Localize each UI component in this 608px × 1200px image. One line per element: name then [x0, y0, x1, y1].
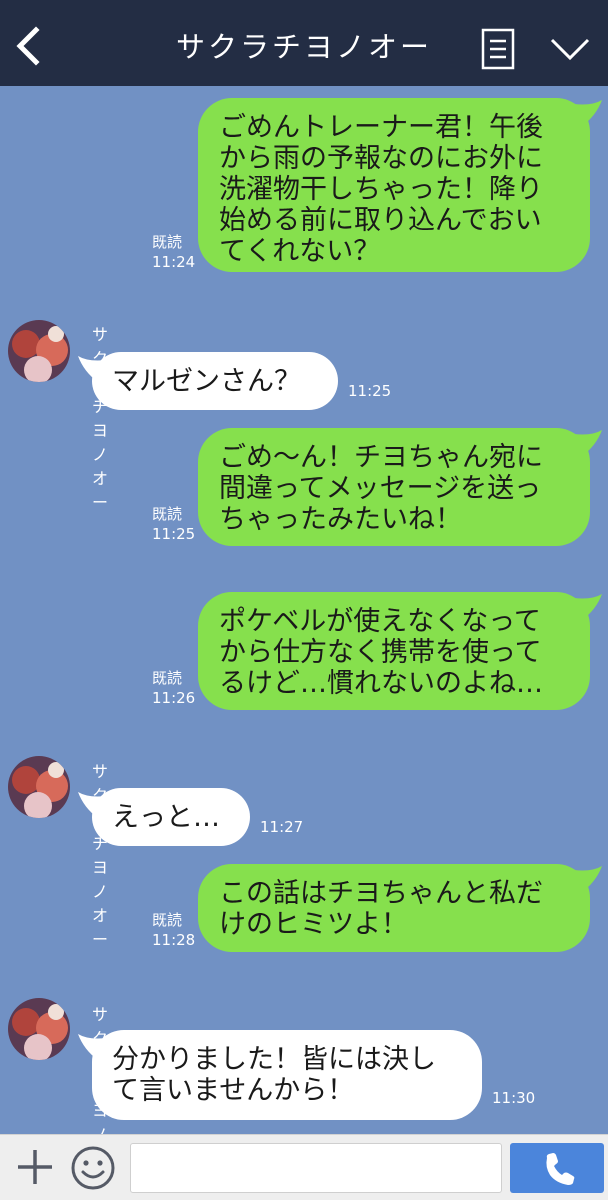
message-line: るけど…慣れないのよね…	[219, 668, 543, 699]
message-line: ちゃったみたいね！	[219, 504, 462, 535]
message-meta: 既読 11:28	[152, 910, 195, 950]
avatar-image	[8, 998, 70, 1060]
avatar[interactable]	[8, 998, 70, 1060]
notes-icon	[481, 28, 515, 70]
message-line: ポケベルが使えなくなって	[219, 606, 541, 637]
timestamp: 11:25	[348, 382, 392, 400]
message-line: えっと…	[112, 802, 220, 833]
message-line: ごめんトレーナー君！午後	[219, 112, 543, 143]
plus-icon	[18, 1150, 52, 1184]
message-bubble[interactable]: ごめ〜ん！チヨちゃん宛に 間違ってメッセージを送っ ちゃったみたいね！	[198, 428, 590, 546]
chat-area[interactable]: ごめんトレーナー君！午後 から雨の予報なのにお外に 洗濯物干しちゃった！降り 始…	[0, 86, 608, 1192]
avatar[interactable]	[8, 756, 70, 818]
timestamp: 11:25	[152, 525, 196, 543]
menu-button[interactable]	[480, 28, 516, 70]
read-receipt: 既読	[152, 233, 183, 251]
message-bubble[interactable]: ごめんトレーナー君！午後 から雨の予報なのにお外に 洗濯物干しちゃった！降り 始…	[198, 98, 590, 272]
message-bubble[interactable]: マルゼンさん？	[92, 352, 338, 410]
timestamp: 11:28	[152, 931, 196, 949]
message-bubble[interactable]: 分かりました！皆には決し て言いませんから！	[92, 1030, 482, 1120]
bubble-tail	[574, 594, 602, 620]
smiley-icon	[71, 1146, 115, 1190]
message-line: 間違ってメッセージを送っ	[219, 473, 542, 504]
read-receipt: 既読	[152, 505, 183, 523]
sender-name: サクラチヨノオー	[92, 325, 110, 512]
timestamp: 11:26	[152, 689, 196, 707]
message-meta: 既読 11:25	[152, 504, 195, 544]
timestamp: 11:27	[260, 818, 304, 836]
sender-name: サクラチヨノオー	[92, 762, 110, 949]
input-bar	[0, 1134, 608, 1200]
collapse-button[interactable]	[548, 34, 592, 64]
message-line: ごめ〜ん！チヨちゃん宛に	[219, 442, 543, 473]
bubble-tail	[574, 866, 602, 892]
bubble-tail	[574, 100, 602, 126]
phone-icon	[546, 1153, 575, 1185]
timestamp: 11:24	[152, 253, 196, 271]
message-line: から仕方なく携帯を使って	[219, 637, 542, 668]
message-line: この話はチヨちゃんと私だ	[219, 878, 543, 909]
message-line: てくれない？	[219, 236, 381, 267]
avatar-image	[8, 756, 70, 818]
message-line: 洗濯物干しちゃった！降り	[219, 174, 543, 205]
message-line: から雨の予報なのにお外に	[219, 143, 543, 174]
bubble-tail	[574, 430, 602, 456]
message-meta: 既読 11:26	[152, 668, 195, 708]
read-receipt: 既読	[152, 669, 183, 687]
emoji-button[interactable]	[70, 1145, 116, 1191]
avatar-image	[8, 320, 70, 382]
call-button[interactable]	[510, 1143, 604, 1193]
chat-header: サクラチヨノオー	[0, 0, 608, 86]
add-button[interactable]	[14, 1146, 56, 1188]
chevron-down-icon	[550, 38, 590, 61]
message-bubble[interactable]: この話はチヨちゃんと私だ けのヒミツよ！	[198, 864, 590, 952]
message-bubble[interactable]: ポケベルが使えなくなって から仕方なく携帯を使って るけど…慣れないのよね…	[198, 592, 590, 710]
message-line: マルゼンさん？	[112, 366, 301, 397]
message-meta: 既読 11:24	[152, 232, 195, 272]
message-line: て言いませんから！	[112, 1075, 355, 1106]
message-line: 分かりました！皆には決し	[112, 1044, 436, 1075]
message-line: 始める前に取り込んでおい	[219, 205, 542, 236]
message-line: けのヒミツよ！	[219, 909, 408, 940]
read-receipt: 既読	[152, 911, 183, 929]
avatar[interactable]	[8, 320, 70, 382]
timestamp: 11:30	[492, 1089, 536, 1107]
chat-title: サクラチヨノオー	[175, 30, 432, 64]
message-bubble[interactable]: えっと…	[92, 788, 250, 846]
message-input[interactable]	[130, 1143, 502, 1193]
